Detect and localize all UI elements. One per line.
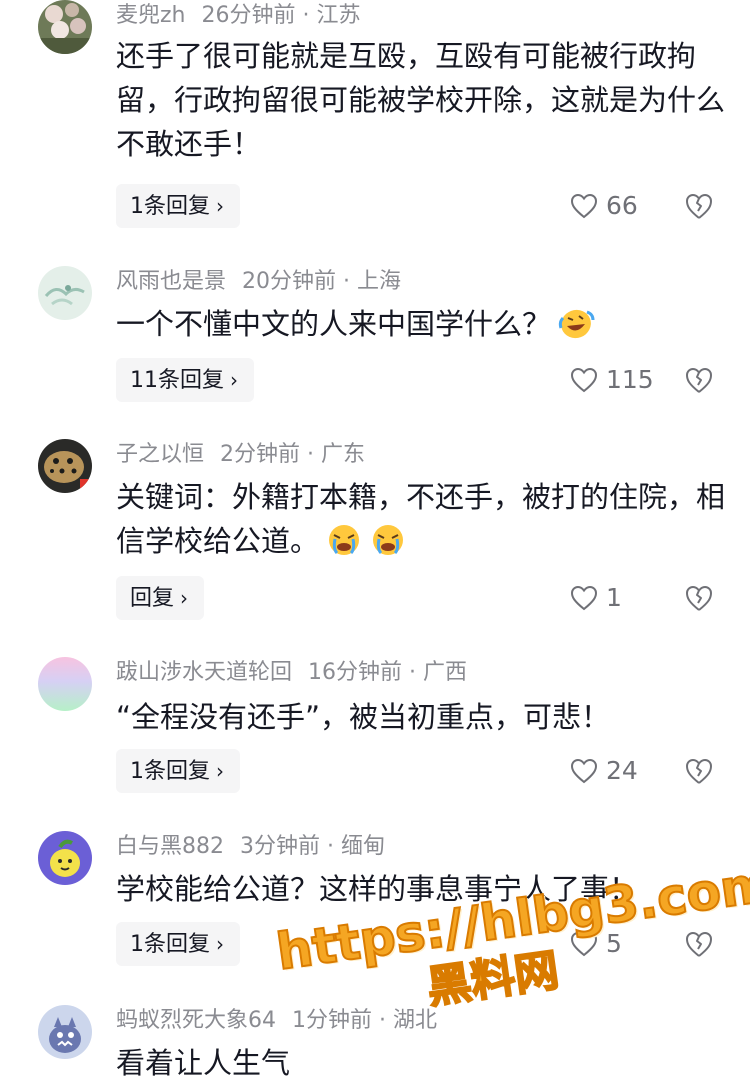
comment-meta: 跋山涉水天道轮回 16分钟前 · 广西 (116, 659, 467, 687)
username[interactable]: 跋山涉水天道轮回 (116, 660, 292, 685)
like-count: 66 (606, 191, 638, 220)
view-replies-button[interactable]: 1条回复 › (116, 184, 240, 228)
like-count: 115 (606, 365, 654, 394)
view-replies-button[interactable]: 1条回复 › (116, 922, 240, 966)
heart-icon (570, 758, 598, 784)
reply-button[interactable]: 回复 › (116, 576, 205, 620)
like-button[interactable]: 115 (570, 358, 654, 402)
reply-count-label: 11条回复 (130, 368, 224, 393)
comment-text-content: 一个不懂中文的人来中国学什么？ (116, 307, 552, 341)
comment-text: 学校能给公道？这样的事息事宁人了事！ (116, 867, 726, 911)
comment-meta: 蚂蚁烈死大象64 1分钟前 · 湖北 (116, 1007, 437, 1035)
chevron-right-icon: › (180, 586, 189, 610)
username[interactable]: 白与黑882 (116, 834, 224, 859)
comment-time: 20分钟前 (242, 269, 337, 294)
chevron-right-icon: › (216, 759, 224, 783)
comment-location: 广西 (423, 660, 468, 685)
meta-separator: · (409, 660, 417, 685)
comment-text: 看着让人生气 (116, 1041, 726, 1085)
meta-separator: · (379, 1008, 386, 1033)
like-count: 1 (606, 583, 622, 612)
broken-heart-icon (686, 932, 712, 957)
broken-heart-icon (686, 194, 712, 219)
like-button[interactable]: 24 (570, 749, 638, 793)
meta-separator: · (307, 442, 315, 467)
username[interactable]: 风雨也是景 (116, 269, 226, 294)
dislike-button[interactable] (684, 584, 714, 612)
comment-text-content: “全程没有还手”，被当初重点，可悲！ (116, 700, 611, 734)
heart-icon (570, 367, 598, 393)
comment-text: “全程没有还手”，被当初重点，可悲！ (116, 695, 726, 739)
broken-heart-icon (686, 759, 712, 784)
reply-count-label: 1条回复 (130, 932, 210, 957)
dislike-button[interactable] (684, 757, 714, 785)
meta-separator: · (343, 269, 351, 294)
comment-text-content: 看着让人生气 (116, 1046, 291, 1080)
user-avatar[interactable] (38, 266, 92, 320)
comment-time: 3分钟前 (240, 834, 320, 859)
username[interactable]: 麦兜zh (116, 3, 186, 28)
heart-icon (570, 193, 598, 219)
meta-separator: · (327, 834, 334, 859)
comment-text-content: 还手了很可能就是互殴，互殴有可能被行政拘留，行政拘留很可能被学校开除，这就是为什… (116, 39, 726, 161)
view-replies-button[interactable]: 1条回复 › (116, 749, 240, 793)
comment-location: 上海 (357, 269, 402, 294)
like-count: 24 (606, 756, 638, 785)
reply-count-label: 1条回复 (130, 759, 210, 784)
comment-text: 关键词：外籍打本籍，不还手，被打的住院，相信学校给公道。 (116, 475, 726, 563)
dislike-button[interactable] (684, 192, 714, 220)
like-count: 5 (606, 929, 622, 958)
laugh-cry-emoji-icon (558, 309, 595, 339)
comment-meta: 白与黑882 3分钟前 · 缅甸 (116, 833, 385, 861)
comment-text-content: 学校能给公道？这样的事息事宁人了事！ (116, 872, 639, 906)
chevron-right-icon: › (216, 194, 224, 218)
meta-separator: · (302, 3, 310, 28)
user-avatar[interactable] (38, 439, 92, 493)
heart-icon (570, 931, 598, 957)
like-button[interactable]: 5 (570, 922, 622, 966)
comment-text: 一个不懂中文的人来中国学什么？ (116, 302, 726, 346)
user-avatar[interactable] (38, 0, 92, 54)
comment-text-content: 关键词：外籍打本籍，不还手，被打的住院，相信学校给公道。 (116, 480, 726, 558)
comment-location: 广东 (321, 442, 366, 467)
comment-meta: 风雨也是景 20分钟前 · 上海 (116, 268, 401, 296)
dislike-button[interactable] (684, 366, 714, 394)
crying-emoji-icon (373, 525, 404, 555)
user-avatar[interactable] (38, 1005, 92, 1059)
reply-label: 回复 (130, 586, 175, 611)
like-button[interactable]: 66 (570, 184, 638, 228)
username[interactable]: 子之以恒 (116, 442, 204, 467)
username[interactable]: 蚂蚁烈死大象64 (116, 1008, 276, 1033)
chevron-right-icon: › (216, 932, 224, 956)
comment-time: 1分钟前 (292, 1008, 372, 1033)
dislike-button[interactable] (684, 930, 714, 958)
comment-meta: 麦兜zh 26分钟前 · 江苏 (116, 2, 361, 30)
user-avatar[interactable] (38, 831, 92, 885)
comment-location: 湖北 (393, 1008, 438, 1033)
comment-text: 还手了很可能就是互殴，互殴有可能被行政拘留，行政拘留很可能被学校开除，这就是为什… (116, 34, 726, 166)
crying-emoji-icon (329, 525, 360, 555)
broken-heart-icon (686, 586, 712, 611)
comment-time: 16分钟前 (308, 660, 403, 685)
like-button[interactable]: 1 (570, 576, 622, 620)
view-replies-button[interactable]: 11条回复 › (116, 358, 254, 402)
comment-meta: 子之以恒 2分钟前 · 广东 (116, 441, 365, 469)
comment-location: 缅甸 (341, 834, 386, 859)
comment-time: 26分钟前 (201, 3, 296, 28)
chevron-right-icon: › (230, 368, 238, 392)
heart-icon (570, 585, 598, 611)
comment-time: 2分钟前 (220, 442, 301, 467)
comment-location: 江苏 (316, 3, 361, 28)
reply-count-label: 1条回复 (130, 194, 210, 219)
user-avatar[interactable] (38, 657, 92, 711)
broken-heart-icon (686, 368, 712, 393)
